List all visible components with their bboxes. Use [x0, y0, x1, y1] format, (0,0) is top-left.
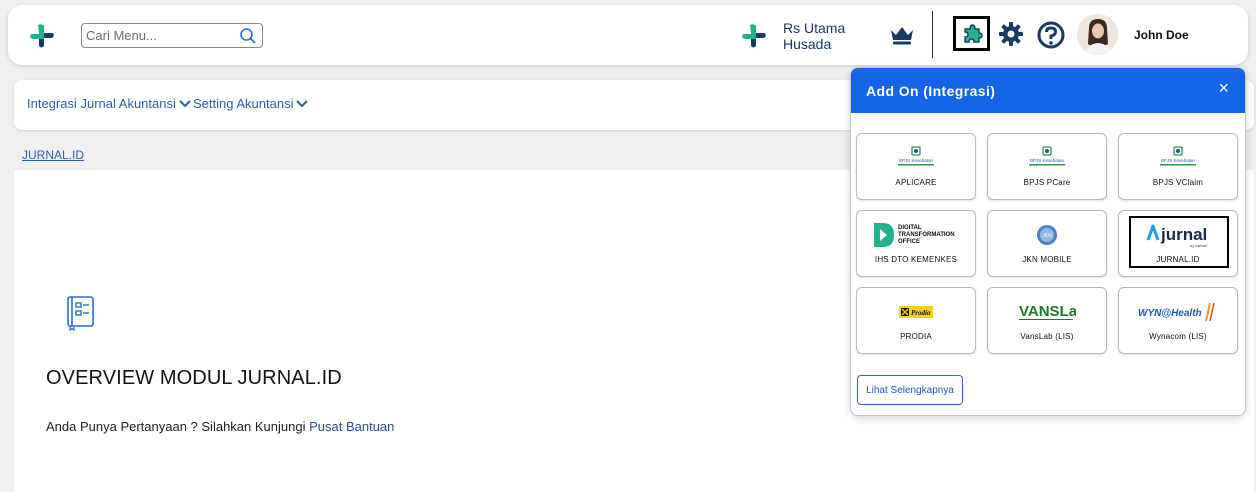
addon-tile-label: APLICARE — [895, 178, 937, 187]
svg-text:OFFICE: OFFICE — [898, 239, 920, 245]
addon-integration-button[interactable] — [953, 16, 990, 51]
hospital-name: Rs Utama Husada — [783, 20, 845, 52]
panel-header: Add On (Integrasi) × — [851, 68, 1245, 113]
svg-text:BPJS Kesehatan: BPJS Kesehatan — [1161, 158, 1196, 163]
addon-integration-panel: Add On (Integrasi) × BPJS Kesehatan APLI… — [850, 67, 1246, 416]
addon-tile-jurnal-id[interactable]: jurnal by mekari JURNAL.ID — [1118, 210, 1238, 277]
addon-tile-wynacom[interactable]: WYN@Health Wynacom (LIS) — [1118, 287, 1238, 354]
bpjs-logo-icon: BPJS Kesehatan — [1156, 140, 1200, 176]
page-title: OVERVIEW MODUL JURNAL.ID — [46, 367, 342, 389]
user-name[interactable]: John Doe — [1134, 28, 1189, 42]
puzzle-icon — [963, 23, 983, 43]
addon-tile-label: BPJS PCare — [1023, 178, 1071, 187]
overview-document-icon — [67, 296, 94, 331]
bpjs-logo-icon: BPJS Kesehatan — [894, 140, 938, 176]
help-question-label: Anda Punya Pertanyaan ? Silahkan Kunjung… — [46, 419, 310, 434]
addon-tile-label: IHS DTO KEMENKES — [874, 255, 958, 264]
header-divider — [932, 11, 933, 58]
addon-tile-vanslab[interactable]: VANSLab VansLab (LIS) — [987, 287, 1107, 354]
search-box[interactable] — [81, 23, 263, 48]
chevron-down-icon — [296, 99, 309, 107]
addon-tile-ihs-dto[interactable]: DIGITAL TRANSFORMATION OFFICE IHS DTO KE… — [856, 210, 976, 277]
nav-setting-akuntansi-label: Setting Akuntansi — [193, 96, 294, 111]
hospital-name-line2: Husada — [783, 36, 832, 52]
svg-text:TRANSFORMATION: TRANSFORMATION — [898, 232, 955, 238]
vanslab-logo-icon: VANSLab — [1018, 294, 1076, 330]
svg-text:VANSLab: VANSLab — [1019, 303, 1076, 320]
dto-logo-icon: DIGITAL TRANSFORMATION OFFICE — [870, 217, 962, 253]
help-question-text: Anda Punya Pertanyaan ? Silahkan Kunjung… — [46, 419, 394, 434]
help-center-link[interactable]: Pusat Bantuan — [309, 419, 394, 434]
addon-tile-label: JKN MOBILE — [1022, 255, 1072, 264]
hospital-name-line1: Rs Utama — [783, 20, 846, 36]
svg-text:JKN: JKN — [1042, 233, 1052, 239]
bpjs-logo-icon: BPJS Kesehatan — [1025, 140, 1069, 176]
addon-tile-label: VansLab (LIS) — [1020, 332, 1074, 341]
help-icon[interactable] — [1037, 21, 1065, 49]
svg-text:Prodia: Prodia — [911, 309, 931, 317]
jkn-logo-icon: JKN — [1035, 217, 1059, 253]
breadcrumb[interactable]: JURNAL.ID — [22, 148, 84, 162]
nav-integrasi-jurnal[interactable]: Integrasi Jurnal Akuntansi — [27, 96, 191, 111]
addon-tile-aplicare[interactable]: BPJS Kesehatan APLICARE — [856, 133, 976, 200]
nav-integrasi-jurnal-label: Integrasi Jurnal Akuntansi — [27, 96, 176, 111]
addon-tile-jkn-mobile[interactable]: JKN JKN MOBILE — [987, 210, 1107, 277]
addon-tile-bpjs-vclaim[interactable]: BPJS Kesehatan BPJS VClaim — [1118, 133, 1238, 200]
addon-tile-label: BPJS VClaim — [1152, 178, 1204, 187]
addon-tile-bpjs-pcare[interactable]: BPJS Kesehatan BPJS PCare — [987, 133, 1107, 200]
svg-text:BPJS Kesehatan: BPJS Kesehatan — [899, 158, 934, 163]
settings-gear-icon[interactable] — [998, 21, 1024, 47]
crown-icon[interactable] — [889, 24, 915, 46]
search-icon[interactable] — [239, 27, 257, 45]
top-header: Rs Utama Husada — [8, 5, 1248, 65]
hospital-logo-icon — [742, 24, 766, 48]
wynacom-logo-icon: WYN@Health — [1136, 294, 1220, 330]
see-more-button[interactable]: Lihat Selengkapnya — [857, 375, 963, 405]
chevron-down-icon — [179, 99, 191, 107]
app-logo-icon[interactable] — [28, 22, 56, 50]
panel-title: Add On (Integrasi) — [866, 83, 996, 99]
selected-highlight — [1129, 216, 1229, 268]
svg-text:WYN@Health: WYN@Health — [1138, 308, 1202, 319]
close-icon[interactable]: × — [1218, 78, 1229, 99]
avatar-photo-icon — [1077, 14, 1118, 55]
addon-tile-label: Wynacom (LIS) — [1149, 332, 1207, 341]
addon-tile-label: PRODIA — [900, 332, 932, 341]
addon-tile-prodia[interactable]: Prodia PRODIA — [856, 287, 976, 354]
search-input[interactable] — [86, 28, 231, 43]
svg-text:BPJS Kesehatan: BPJS Kesehatan — [1030, 158, 1065, 163]
nav-setting-akuntansi[interactable]: Setting Akuntansi — [193, 96, 309, 111]
avatar[interactable] — [1077, 14, 1118, 55]
prodia-logo-icon: Prodia — [899, 294, 933, 330]
svg-text:DIGITAL: DIGITAL — [898, 225, 922, 231]
